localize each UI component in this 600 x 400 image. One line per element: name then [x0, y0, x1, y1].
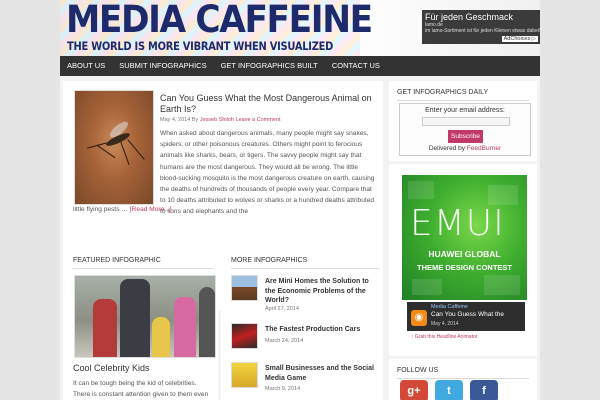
mosquito-leg	[120, 142, 130, 165]
grab-headline-link[interactable]: ↑ Grab this Headline Animator	[411, 334, 477, 340]
site-logo[interactable]: MEDIA CAFFEINE	[66, 1, 373, 39]
twitter-icon[interactable]: t	[435, 380, 463, 400]
divider	[73, 268, 213, 269]
nav-contact-us[interactable]: CONTACT US	[325, 56, 387, 76]
header-ad[interactable]: Für jeden Geschmack lamo.de im lamo-Sort…	[422, 10, 540, 44]
divider	[397, 100, 529, 101]
ad-tile	[412, 279, 442, 295]
person-figure	[120, 279, 150, 357]
more-item-date: April 27, 2014	[265, 306, 299, 312]
post-author[interactable]: Jesseb Shiloh	[200, 117, 234, 123]
subscribe-button[interactable]: Subscribe	[448, 130, 483, 143]
site-tagline: THE WORLD IS MORE VIBRANT WHEN VISUALIZE…	[67, 39, 334, 53]
more-item-title[interactable]: Small Businesses and the Social Media Ga…	[265, 364, 381, 383]
ad-tile	[488, 185, 518, 205]
post-excerpt-end: little flying pests … [Read More...]	[73, 204, 378, 215]
more-item-date: March 24, 2014	[265, 338, 304, 344]
page: MEDIA CAFFEINE THE WORLD IS MORE VIBRANT…	[60, 0, 540, 400]
email-field[interactable]	[422, 117, 510, 126]
ad-description: im lamo-Sortiment ist für jeden Kleinen …	[425, 28, 540, 34]
featured-excerpt: It can be tough being the kid of celebri…	[73, 380, 209, 399]
divider	[231, 268, 379, 269]
subscribe-form: Enter your email address: Subscribe Deli…	[399, 103, 531, 156]
emui-line2: THEME DESIGN CONTEST	[416, 263, 512, 272]
more-item-title[interactable]: The Fastest Production Cars	[265, 325, 381, 335]
mosquito-proboscis	[87, 142, 107, 149]
post-excerpt-tail: little flying pests …	[73, 206, 128, 213]
more-heading: MORE INFOGRAPHICS	[231, 257, 308, 264]
nav-about-us[interactable]: ABOUT US	[60, 56, 112, 76]
more-item[interactable]: Small Businesses and the Social Media Ga…	[231, 362, 381, 398]
more-item[interactable]: The Fastest Production Cars March 24, 20…	[231, 323, 381, 359]
feedburner-link[interactable]: FeedBurner	[467, 145, 501, 152]
sidebar: GET INFOGRAPHICS DAILY Enter your email …	[386, 76, 540, 400]
read-more-link[interactable]: [Read More...]	[130, 206, 172, 213]
more-thumbnail[interactable]	[231, 323, 258, 349]
more-item-date: March 9, 2014	[265, 386, 301, 392]
emui-line1: HUAWEI GLOBAL	[428, 249, 501, 259]
person-figure	[199, 287, 215, 357]
facebook-glyph: f	[482, 385, 486, 397]
post-date: May 4, 2014 By	[160, 117, 199, 123]
mosquito-leg	[127, 139, 145, 160]
featured-infographic: FEATURED INFOGRAPHIC Cool Celebrity Kids…	[63, 245, 218, 400]
nav-get-infographics-built[interactable]: GET INFOGRAPHICS BUILT	[214, 56, 325, 76]
more-item-title[interactable]: Are Mini Homes the Solution to the Econo…	[265, 277, 381, 306]
main-nav: ABOUT US SUBMIT INFOGRAPHICS GET INFOGRA…	[60, 56, 540, 76]
person-figure	[174, 297, 196, 357]
rss-date: May 4, 2014	[431, 321, 459, 327]
rss-icon: ◉	[411, 310, 427, 326]
google-plus-glyph: g+	[407, 385, 421, 397]
google-plus-icon[interactable]: g+	[400, 380, 428, 400]
more-thumbnail[interactable]	[231, 275, 258, 301]
site-header: MEDIA CAFFEINE THE WORLD IS MORE VIBRANT…	[60, 0, 540, 56]
person-figure	[93, 299, 117, 357]
headline-animator[interactable]: ◉ Media Caffeine Can You Guess What the …	[407, 302, 525, 331]
rss-site-name[interactable]: Media Caffeine	[431, 304, 468, 310]
more-item[interactable]: Are Mini Homes the Solution to the Econo…	[231, 275, 381, 312]
featured-heading: FEATURED INFOGRAPHIC	[73, 257, 161, 264]
email-label: Enter your email address:	[425, 107, 505, 114]
featured-title[interactable]: Cool Celebrity Kids	[73, 363, 150, 373]
subscribe-heading: GET INFOGRAPHICS DAILY	[397, 89, 489, 96]
ad-tile	[408, 181, 434, 199]
ad-title[interactable]: Für jeden Geschmack	[422, 10, 540, 22]
person-figure	[152, 317, 170, 357]
mosquito-leg	[96, 144, 116, 159]
delivered-by-label: Delivered by	[428, 145, 465, 152]
post-thumbnail-mosquito[interactable]	[74, 90, 154, 205]
featured-image[interactable]	[74, 275, 216, 358]
facebook-icon[interactable]: f	[470, 380, 498, 400]
twitter-glyph: t	[447, 385, 451, 397]
rss-headline[interactable]: Can You Guess What the	[431, 311, 504, 318]
subscribe-widget: GET INFOGRAPHICS DAILY Enter your email …	[389, 81, 537, 161]
post-meta: May 4, 2014 By Jesseb Shiloh Leave a Com…	[160, 117, 280, 123]
nav-submit-infographics[interactable]: SUBMIT INFOGRAPHICS	[112, 56, 213, 76]
ad-widget: EMUI HUAWEI GLOBAL THEME DESIGN CONTEST …	[389, 164, 537, 356]
adchoices-badge[interactable]: AdChoices ▷	[501, 36, 538, 42]
emui-logo: EMUI	[410, 203, 505, 244]
more-thumbnail[interactable]	[231, 362, 258, 388]
delivered-by: Delivered by FeedBurner	[400, 145, 530, 152]
more-infographics: MORE INFOGRAPHICS Are Mini Homes the Sol…	[221, 245, 383, 400]
post-title[interactable]: Can You Guess What the Most Dangerous An…	[160, 93, 380, 115]
main-content: Can You Guess What the Most Dangerous An…	[60, 76, 386, 400]
follow-heading: FOLLOW US	[397, 367, 439, 374]
divider	[397, 378, 529, 379]
emui-banner-ad[interactable]: EMUI HUAWEI GLOBAL THEME DESIGN CONTEST	[402, 175, 527, 300]
ad-tile	[484, 275, 520, 295]
leave-comment-link[interactable]: Leave a Comment	[236, 117, 281, 123]
